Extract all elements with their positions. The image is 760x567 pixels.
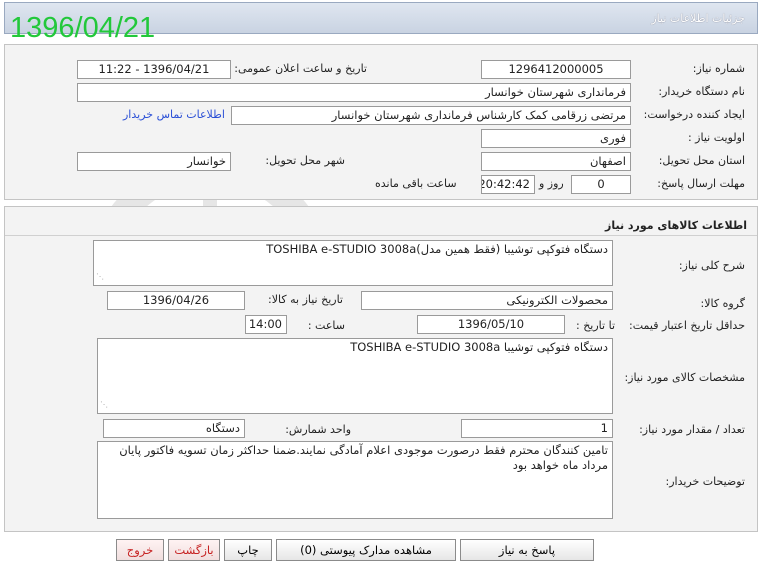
print-button[interactable]: چاپ [224, 539, 272, 561]
unit-field: دستگاه [103, 419, 245, 438]
creator-label: ایجاد کننده درخواست: [643, 108, 745, 121]
summary-label: شرح کلی نیاز: [678, 259, 745, 272]
validity-label: حداقل تاریخ اعتبار قیمت: [629, 319, 745, 332]
buyer-contact-link[interactable]: اطلاعات تماس خریدار [123, 108, 225, 121]
notes-label: توضیحات خریدار: [665, 475, 746, 488]
back-button[interactable]: بازگشت [168, 539, 220, 561]
qty-label: تعداد / مقدار مورد نیاز: [639, 423, 745, 436]
time-field: 14:00 [245, 315, 287, 334]
action-bar: پاسخ به نیاز مشاهده مدارک پیوستی (0) چاپ… [4, 536, 758, 564]
need-date-label: تاریخ نیاز به کالا: [268, 293, 343, 306]
group-label: گروه کالا: [700, 297, 745, 310]
date-stamp: 1396/04/21 [10, 12, 156, 44]
province-field: اصفهان [481, 152, 631, 171]
group-field: محصولات الکترونیکی [361, 291, 613, 310]
notes-textarea[interactable]: تامین کنندگان محترم فقط درصورت موجودی اع… [97, 441, 613, 519]
spec-textarea[interactable]: دستگاه فتوکپی توشیبا TOSHIBA e-STUDIO 30… [97, 338, 613, 414]
summary-text: دستگاه فتوکپی توشیبا (فقط همین مدل)TOSHI… [266, 242, 608, 256]
buyer-label: نام دستگاه خریدار: [658, 85, 745, 98]
resize-grip-icon: ⋰ [96, 272, 104, 281]
announce-field: 1396/04/21 - 11:22 [77, 60, 231, 79]
summary-textarea[interactable]: دستگاه فتوکپی توشیبا (فقط همین مدل)TOSHI… [93, 240, 613, 286]
exit-button[interactable]: خروج [116, 539, 164, 561]
remaining-label: ساعت باقی مانده [375, 177, 457, 190]
province-label: استان محل تحویل: [658, 154, 745, 167]
spec-label: مشخصات کالای مورد نیاز: [624, 371, 745, 384]
time-label: ساعت : [307, 319, 345, 332]
priority-field: فوری [481, 129, 631, 148]
unit-label: واحد شمارش: [285, 423, 351, 436]
until-date-field: 1396/05/10 [417, 315, 565, 334]
need-number-field: 1296412000005 [481, 60, 631, 79]
goods-section-title: اطلاعات کالاهای مورد نیاز [605, 219, 747, 232]
buyer-field: فرمانداری شهرستان خوانسار [77, 83, 631, 102]
section-divider [5, 235, 757, 236]
general-info-panel: شماره نیاز: 1296412000005 تاریخ و ساعت ا… [4, 44, 758, 200]
need-date-field: 1396/04/26 [107, 291, 245, 310]
days-field: 0 [571, 175, 631, 194]
time-remaining-field: 20:42:42 [481, 175, 535, 194]
window-title: جزئیات اطلاعات نیاز [651, 12, 745, 25]
qty-field: 1 [461, 419, 613, 438]
announce-label: تاریخ و ساعت اعلان عمومی: [234, 62, 367, 75]
priority-label: اولویت نیاز : [687, 131, 745, 144]
goods-info-panel: اطلاعات کالاهای مورد نیاز شرح کلی نیاز: … [4, 206, 758, 532]
creator-field: مرتضی زرقامی کمک کارشناس فرمانداری شهرست… [231, 106, 631, 125]
need-number-label: شماره نیاز: [692, 62, 745, 75]
deadline-label: مهلت ارسال پاسخ: [657, 177, 745, 190]
days-label: روز و [539, 177, 564, 190]
resize-grip-icon: ⋰ [100, 400, 108, 409]
until-date-label: تا تاریخ : [576, 319, 615, 332]
city-field: خوانسار [77, 152, 231, 171]
attachments-button[interactable]: مشاهده مدارک پیوستی (0) [276, 539, 456, 561]
notes-text: تامین کنندگان محترم فقط درصورت موجودی اع… [119, 443, 608, 472]
reply-button[interactable]: پاسخ به نیاز [460, 539, 594, 561]
spec-text: دستگاه فتوکپی توشیبا TOSHIBA e-STUDIO 30… [350, 340, 608, 354]
city-label: شهر محل تحویل: [265, 154, 345, 167]
